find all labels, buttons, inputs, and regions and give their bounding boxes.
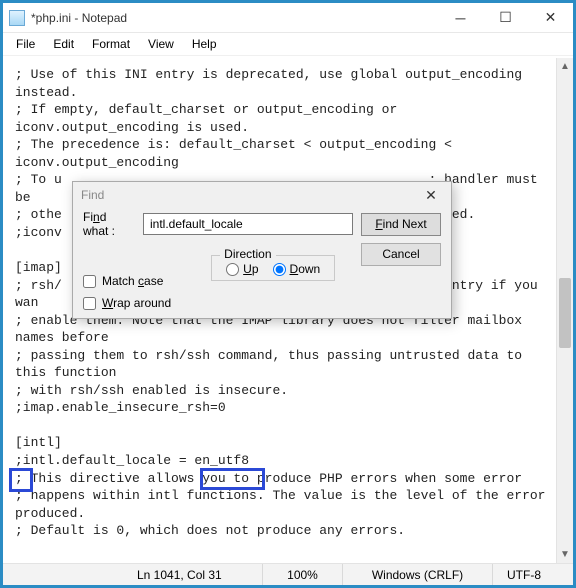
direction-legend: Direction [220,247,275,261]
menubar: File Edit Format View Help [3,33,573,56]
match-case-checkbox[interactable]: Match case [83,274,171,288]
find-what-label: Find what : [83,210,135,238]
direction-up-radio[interactable]: Up [226,262,258,276]
direction-up-input[interactable] [226,263,239,276]
status-position: Ln 1041, Col 31 [123,564,263,585]
minimize-button[interactable]: ─ [438,3,483,32]
window-title: *php.ini - Notepad [31,11,438,25]
status-zoom: 100% [263,564,343,585]
wrap-around-checkbox[interactable]: Wrap around [83,296,171,310]
maximize-button[interactable]: ☐ [483,3,528,32]
scroll-thumb[interactable] [559,278,571,348]
statusbar: Ln 1041, Col 31 100% Windows (CRLF) UTF-… [3,563,573,585]
wrap-around-input[interactable] [83,297,96,310]
scroll-up-arrow-icon[interactable]: ▲ [557,58,573,75]
menu-edit[interactable]: Edit [46,35,81,53]
find-dialog: Find ✕ Find what : Find Next Cancel Matc… [72,181,452,319]
status-blank [3,564,123,585]
match-case-input[interactable] [83,275,96,288]
menu-file[interactable]: File [9,35,42,53]
menu-help[interactable]: Help [185,35,224,53]
direction-down-radio[interactable]: Down [273,262,321,276]
find-dialog-title: Find [81,188,104,202]
find-titlebar[interactable]: Find ✕ [73,182,451,208]
scroll-down-arrow-icon[interactable]: ▼ [557,546,573,563]
find-next-button[interactable]: Find Next [361,213,441,236]
menu-view[interactable]: View [141,35,181,53]
status-line-ending: Windows (CRLF) [343,564,493,585]
menu-format[interactable]: Format [85,35,137,53]
titlebar: *php.ini - Notepad ─ ☐ ✕ [3,3,573,33]
vertical-scrollbar[interactable]: ▲ ▼ [556,58,573,563]
direction-down-input[interactable] [273,263,286,276]
notepad-app-icon [9,10,25,26]
find-close-button[interactable]: ✕ [411,182,451,208]
status-encoding: UTF-8 [493,564,573,585]
find-what-input[interactable] [143,213,353,235]
close-button[interactable]: ✕ [528,3,573,32]
find-cancel-button[interactable]: Cancel [361,243,441,266]
direction-group: Direction Up Down [211,255,335,281]
